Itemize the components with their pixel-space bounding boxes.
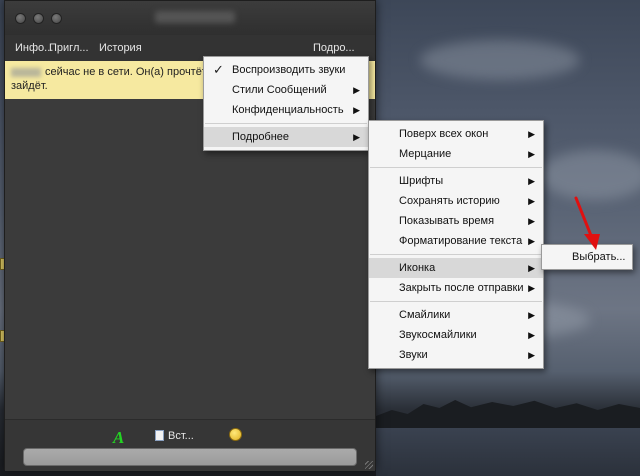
menu-item-smileys[interactable]: Смайлики ▶ (369, 305, 543, 325)
menu-item-save-history[interactable]: Сохранять историю ▶ (369, 191, 543, 211)
invite-button[interactable]: Пригл... (49, 42, 89, 54)
compose-bar: A Вст... (5, 419, 375, 471)
cloud (420, 40, 580, 80)
info-button[interactable]: Инфо... (15, 42, 53, 54)
menu-item-close-after-send[interactable]: Закрыть после отправки ▶ (369, 278, 543, 298)
title-bar[interactable] (5, 1, 375, 35)
submenu-arrow-icon: ▶ (353, 85, 360, 95)
menu-item-privacy[interactable]: Конфиденциальность ▶ (204, 100, 368, 120)
menu-item-label: Форматирование текста (399, 235, 523, 247)
submenu-arrow-icon: ▶ (528, 196, 535, 206)
menu-item-label: Подробнее (232, 131, 290, 143)
submenu-arrow-icon: ▶ (353, 105, 360, 115)
menu-item-more-options[interactable]: Подробнее ▶ (204, 127, 368, 147)
menu-item-label: Воспроизводить звуки (232, 64, 346, 76)
menu-item-fonts[interactable]: Шрифты ▶ (369, 171, 543, 191)
menu-separator (370, 301, 542, 302)
menu-item-label: Закрыть после отправки (399, 282, 524, 294)
menu-item-always-on-top[interactable]: Поверх всех окон ▶ (369, 124, 543, 144)
more-button[interactable]: Подро... (313, 42, 355, 54)
submenu-arrow-icon: ▶ (528, 330, 535, 340)
menu-item-message-styles[interactable]: Стили Сообщений ▶ (204, 80, 368, 100)
document-icon (155, 430, 164, 441)
menu-item-label: Поверх всех окон (399, 128, 489, 140)
menu-separator (370, 167, 542, 168)
window-title-blurred (155, 11, 235, 23)
submenu-arrow-icon: ▶ (528, 149, 535, 159)
menu-item-label: Сохранять историю (399, 195, 500, 207)
zoom-window-icon[interactable] (51, 13, 62, 24)
message-input[interactable] (23, 448, 357, 466)
contact-name-blurred (11, 67, 41, 77)
submenu-arrow-icon: ▶ (528, 176, 535, 186)
more-dropdown-menu: ✓ Воспроизводить звуки Стили Сообщений ▶… (203, 56, 369, 151)
menu-item-label: Звукосмайлики (399, 329, 477, 341)
notice-text-line1: сейчас не в сети. Он(а) прочтёт (45, 66, 207, 78)
submenu-arrow-icon: ▶ (528, 216, 535, 226)
menu-item-label: Шрифты (399, 175, 444, 187)
submenu-arrow-icon: ▶ (528, 263, 535, 273)
submenu-arrow-icon: ▶ (528, 129, 535, 139)
history-button[interactable]: История (99, 42, 142, 54)
menu-item-icon[interactable]: Иконка ▶ (369, 258, 543, 278)
insert-button[interactable]: Вст... (155, 430, 194, 442)
annotation-arrow-icon (574, 196, 600, 250)
menu-item-text-formatting[interactable]: Форматирование текста ▶ (369, 231, 543, 251)
more-options-submenu: Поверх всех окон ▶ Мерцание ▶ Шрифты ▶ С… (368, 120, 544, 369)
submenu-arrow-icon: ▶ (528, 236, 535, 246)
close-window-icon[interactable] (15, 13, 26, 24)
menu-item-label: Стили Сообщений (232, 84, 327, 96)
lake-water (376, 428, 640, 476)
treeline (376, 400, 640, 432)
menu-item-label: Смайлики (399, 309, 451, 321)
menu-item-label: Конфиденциальность (232, 104, 344, 116)
submenu-arrow-icon: ▶ (353, 132, 360, 142)
submenu-arrow-icon: ▶ (528, 310, 535, 320)
insert-label: Вст... (168, 430, 194, 442)
smiley-icon[interactable] (229, 428, 242, 441)
font-icon[interactable]: A (113, 428, 124, 448)
menu-separator (370, 254, 542, 255)
minimize-window-icon[interactable] (33, 13, 44, 24)
menu-item-play-sounds[interactable]: ✓ Воспроизводить звуки (204, 60, 368, 80)
resize-grip[interactable] (365, 461, 373, 469)
menu-item-sound-smileys[interactable]: Звукосмайлики ▶ (369, 325, 543, 345)
submenu-arrow-icon: ▶ (528, 350, 535, 360)
checkmark-icon: ✓ (213, 62, 224, 77)
menu-item-label: Мерцание (399, 148, 452, 160)
submenu-arrow-icon: ▶ (528, 283, 535, 293)
menu-item-blinking[interactable]: Мерцание ▶ (369, 144, 543, 164)
menu-item-show-time[interactable]: Показывать время ▶ (369, 211, 543, 231)
menu-item-label: Звуки (399, 349, 428, 361)
cloud (540, 150, 640, 200)
menu-separator (205, 123, 367, 124)
menu-item-label: Иконка (399, 262, 436, 274)
menu-item-label: Показывать время (399, 215, 495, 227)
menu-item-sounds[interactable]: Звуки ▶ (369, 345, 543, 365)
